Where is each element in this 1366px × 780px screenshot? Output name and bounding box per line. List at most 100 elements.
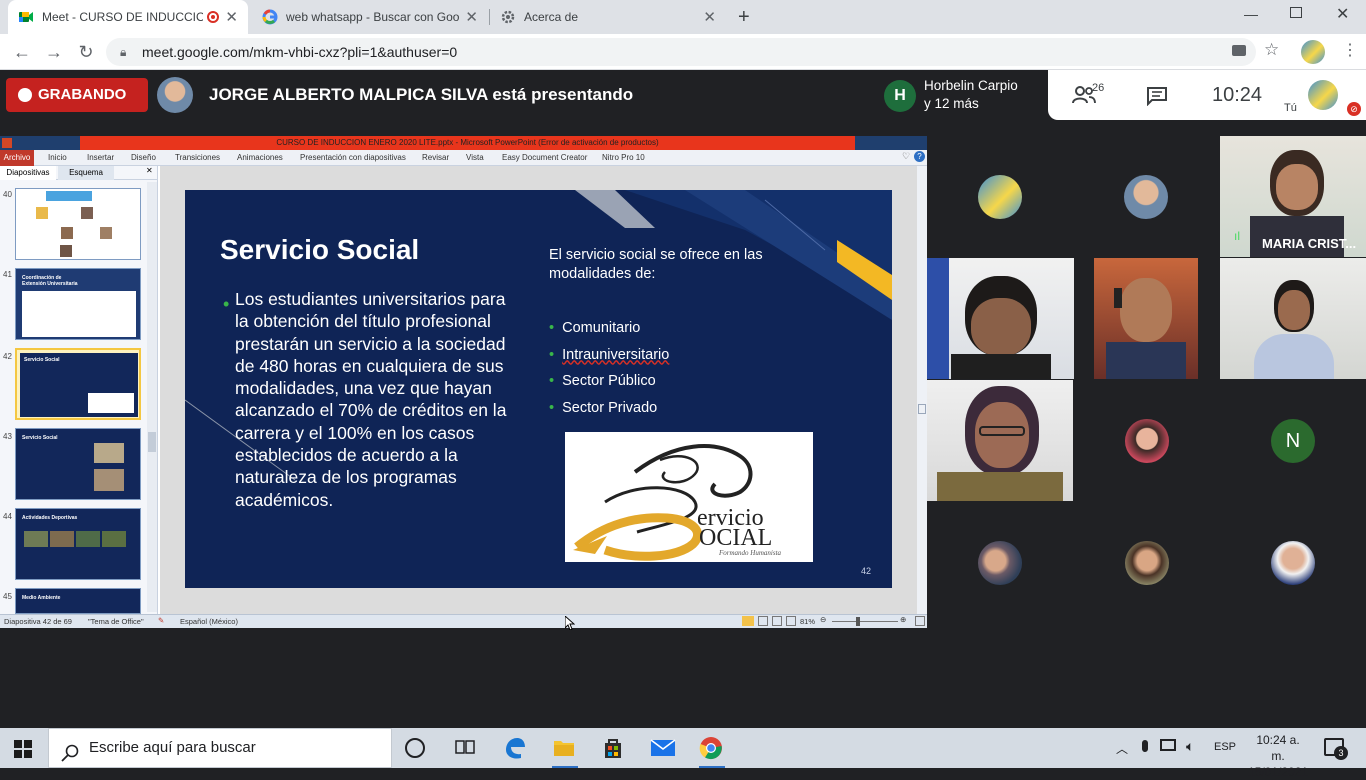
ribbon-tab-vista[interactable]: Vista [466, 153, 484, 162]
microsoft-store-icon[interactable] [601, 736, 625, 760]
ribbon-tab-archivo[interactable]: Archivo [0, 150, 34, 166]
ribbon-tab-insertar[interactable]: Insertar [87, 153, 114, 162]
address-bar[interactable]: 🔒︎ meet.google.com/mkm-vhbi-cxz?pli=1&au… [106, 38, 1256, 66]
self-avatar[interactable] [1308, 80, 1338, 110]
participant-tile-video[interactable] [927, 258, 1074, 379]
close-tab-icon[interactable]: ✕ [703, 8, 716, 26]
new-tab-icon[interactable]: + [738, 6, 750, 29]
task-view-icon[interactable] [454, 736, 478, 760]
ribbon-tab-diseno[interactable]: Diseño [131, 153, 156, 162]
thumb-title: Coordinación de Extensión Universitaria [22, 275, 78, 287]
input-language[interactable]: ESP [1214, 741, 1236, 753]
panel-tab-outline[interactable]: Esquema [58, 166, 114, 180]
taskbar-clock[interactable]: 10:24 a. m. 15/01/2021 [1248, 732, 1308, 780]
forward-arrow-icon[interactable]: → [42, 40, 66, 64]
slide-thumbnail[interactable]: Coordinación de Extensión Universitaria [15, 268, 141, 340]
zoom-slider-thumb[interactable] [856, 617, 860, 626]
participant-tile[interactable]: N [1220, 380, 1366, 501]
slide-thumbnail[interactable]: Medio Ambiente [15, 588, 141, 614]
language-status[interactable]: Español (México) [180, 617, 238, 626]
reading-view-icon[interactable] [772, 616, 782, 626]
restore-window-icon[interactable] [1290, 7, 1302, 18]
panel-scroll-thumb[interactable] [148, 432, 156, 452]
participant-tile[interactable] [1220, 501, 1366, 623]
ribbon-collapse-icon[interactable]: ♡ [902, 151, 910, 162]
tab-acerca-de[interactable]: Acerca de ✕ [490, 0, 726, 34]
cortana-icon[interactable] [405, 738, 425, 758]
panel-tab-slides[interactable]: Diapositivas [0, 166, 56, 180]
tab-meet[interactable]: Meet - CURSO DE INDUCCIO ✕ [8, 0, 248, 34]
microphone-icon[interactable] [1142, 740, 1148, 752]
mic-muted-icon[interactable]: ⊘ [1347, 102, 1361, 116]
file-explorer-icon[interactable] [552, 736, 576, 760]
mail-icon[interactable] [650, 736, 676, 760]
sorter-view-icon[interactable] [758, 616, 768, 626]
thumb-photo [24, 531, 48, 547]
ribbon-tab-nitro[interactable]: Nitro Pro 10 [602, 153, 645, 162]
zoom-slider[interactable] [832, 621, 898, 622]
windows-start-icon[interactable] [14, 740, 32, 763]
participant-tile-video[interactable]: ıl MARIA CRIST... [1220, 136, 1366, 257]
slide-thumbnail-selected[interactable]: Servicio Social [15, 348, 141, 420]
spellcheck-icon[interactable]: ✎ [158, 616, 164, 625]
close-tab-icon[interactable]: ✕ [465, 8, 478, 26]
ribbon-tab-inicio[interactable]: Inicio [48, 153, 67, 162]
ribbon-tab-presentacion[interactable]: Presentación con diapositivas [300, 153, 406, 162]
logo-artwork [573, 444, 753, 561]
slide-thumbnail[interactable]: Actividades Deportivas [15, 508, 141, 580]
edge-browser-icon[interactable] [503, 736, 527, 760]
participant-tile-video[interactable] [1220, 258, 1366, 379]
chat-icon[interactable] [1146, 86, 1168, 111]
thumb-title: Medio Ambiente [22, 595, 61, 601]
ribbon-tab-revisar[interactable]: Revisar [422, 153, 449, 162]
participant-chip[interactable]: H Horbelin Carpio y 12 más [876, 72, 1048, 118]
participant-tile[interactable] [927, 501, 1073, 623]
ribbon-tab-animaciones[interactable]: Animaciones [237, 153, 283, 162]
tray-chevron-up-icon[interactable]: ︿ [1116, 740, 1128, 757]
camera-in-use-icon[interactable] [1232, 45, 1246, 56]
panel-scrollbar[interactable] [147, 182, 157, 612]
tab-whatsapp-search[interactable]: web whatsapp - Buscar con Goo ✕ [252, 0, 488, 34]
participant-tile[interactable] [1074, 501, 1220, 623]
slideshow-view-icon[interactable] [786, 616, 796, 626]
clock-time: 10:24 a. m. [1256, 733, 1300, 763]
browser-menu-icon[interactable]: ⋮ [1342, 40, 1358, 60]
chrome-icon[interactable] [699, 736, 723, 760]
participant-tile[interactable] [927, 136, 1074, 257]
ribbon-tab-transiciones[interactable]: Transiciones [175, 153, 220, 162]
minimize-window-icon[interactable]: — [1244, 6, 1258, 22]
taskbar-search-box[interactable]: Escribe aquí para buscar [48, 728, 392, 768]
participant-tile[interactable] [1074, 136, 1220, 257]
participant-tile-video[interactable] [1094, 258, 1198, 379]
participant-tile-video[interactable] [927, 380, 1073, 501]
ribbon-tab-easy-document[interactable]: Easy Document Creator [502, 153, 587, 162]
close-window-icon[interactable]: ✕ [1336, 4, 1349, 24]
headphones-icon [1114, 288, 1122, 308]
profile-avatar[interactable] [1301, 40, 1325, 64]
slide-thumbnail[interactable]: Servicio Social [15, 428, 141, 500]
zoom-out-icon[interactable]: ⊖ [820, 615, 826, 624]
fit-window-icon[interactable] [915, 616, 925, 626]
thumb-photo [36, 207, 48, 219]
canvas-scroll-thumb[interactable] [918, 404, 926, 414]
normal-view-icon[interactable] [742, 616, 754, 626]
thumb-photo [50, 531, 74, 547]
zoom-in-icon[interactable]: ⊕ [900, 615, 906, 624]
slide-canvas: Servicio Social • Los estudiantes univer… [160, 166, 927, 614]
reload-icon[interactable]: ↻ [74, 40, 98, 64]
close-panel-icon[interactable]: ✕ [146, 166, 153, 175]
meet-favicon-icon [18, 9, 34, 25]
slide-thumbnail[interactable] [15, 188, 141, 260]
thumb-title: Servicio Social [24, 357, 60, 363]
back-arrow-icon[interactable]: ← [10, 40, 34, 64]
volume-icon[interactable]: 🔈︎ [1186, 738, 1194, 755]
participant-tile[interactable] [1074, 380, 1220, 501]
close-tab-icon[interactable]: ✕ [225, 8, 238, 26]
help-icon[interactable]: ? [914, 151, 925, 162]
mouse-cursor-icon [564, 614, 576, 635]
thumb-photo [94, 469, 124, 491]
thumb-title: Servicio Social [22, 435, 58, 441]
bookmark-star-icon[interactable]: ☆ [1264, 40, 1279, 60]
canvas-scrollbar[interactable] [917, 166, 927, 614]
network-icon[interactable] [1160, 739, 1176, 751]
